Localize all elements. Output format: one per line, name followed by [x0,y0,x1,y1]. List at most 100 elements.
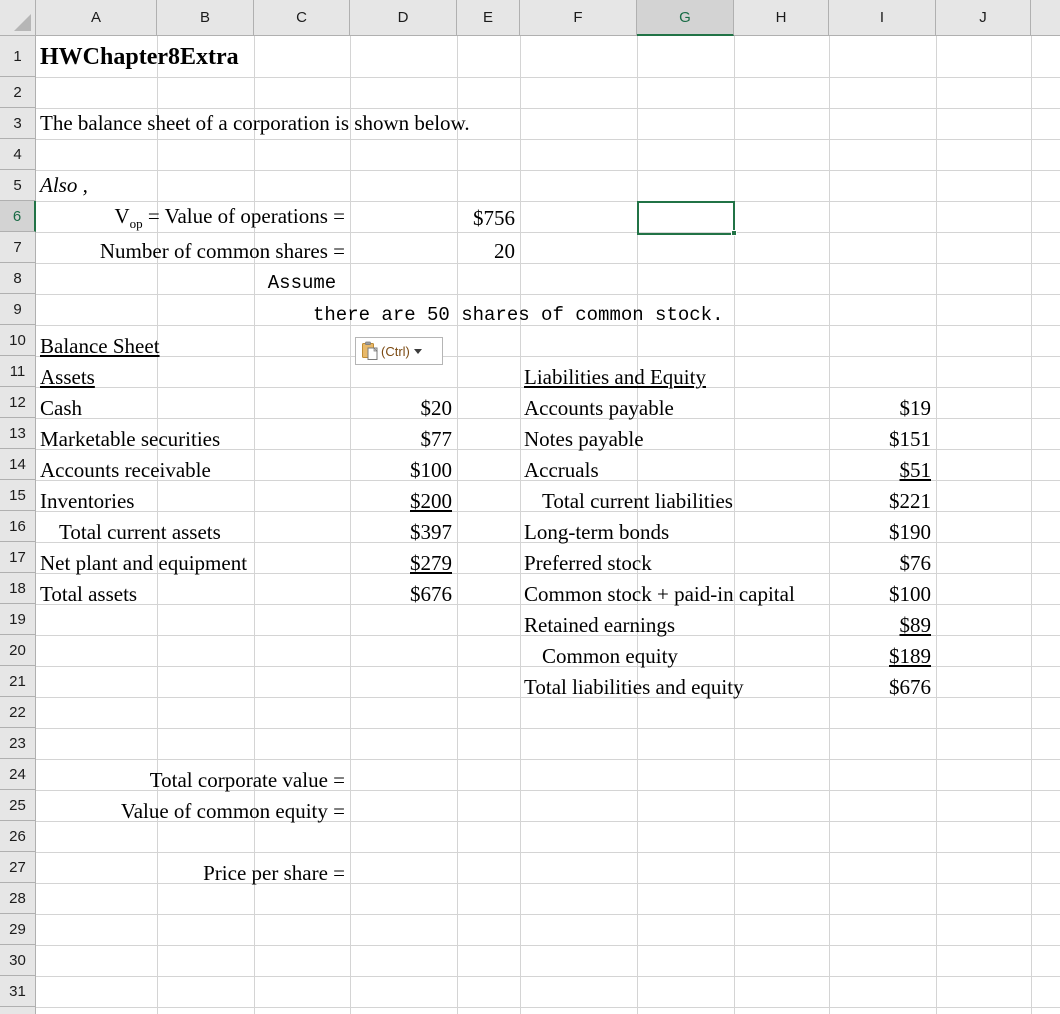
cell-D18-total-assets-value[interactable]: $676 [351,579,456,610]
row-header-5[interactable]: 5 [0,170,35,201]
gridline-horizontal [36,976,1060,977]
fill-handle[interactable] [731,230,737,236]
row-header-29[interactable]: 29 [0,914,35,945]
row-header-18[interactable]: 18 [0,573,35,604]
cell-A15-inventories[interactable]: Inventories [37,486,257,517]
cell-A5-also[interactable]: Also , [37,170,237,201]
row-header-11[interactable]: 11 [0,356,35,387]
cell-F11-liabilities-equity[interactable]: Liabilities and Equity [521,362,781,393]
cell-E6-vop-value[interactable]: $756 [458,203,519,234]
vop-label-rest: = Value of operations = [142,204,345,229]
cell-B6-vop-label[interactable]: Vop = Value of operations = [114,203,349,234]
cell-F18-common-stock-paid-in-capital[interactable]: Common stock + paid-in capital [521,579,831,610]
row-header-27[interactable]: 27 [0,852,35,883]
column-header-a[interactable]: A [36,0,157,35]
column-header-g[interactable]: G [637,0,734,36]
row-header-6[interactable]: 6 [0,201,36,232]
row-header-22[interactable]: 22 [0,697,35,728]
column-header-h[interactable]: H [734,0,829,35]
cell-F19-retained-earnings[interactable]: Retained earnings [521,610,821,641]
cell-I20-common-equity-value[interactable]: $189 [830,641,935,672]
cell-I18-common-stock-value[interactable]: $100 [830,579,935,610]
row-header-31[interactable]: 31 [0,976,35,1007]
column-header-d[interactable]: D [350,0,457,35]
column-header-e[interactable]: E [457,0,520,35]
cell-D15-inventories-value[interactable]: $200 [351,486,456,517]
cell-I17-preferred-stock-value[interactable]: $76 [830,548,935,579]
cell-F13-notes-payable[interactable]: Notes payable [521,424,821,455]
cell-A1-title[interactable]: HWChapter8Extra [37,37,357,77]
row-header-24[interactable]: 24 [0,759,35,790]
cell-F16-longterm-bonds[interactable]: Long-term bonds [521,517,821,548]
cell-F20-common-equity[interactable]: Common equity [521,641,821,672]
column-header-i[interactable]: I [829,0,936,35]
cell-F14-accruals[interactable]: Accruals [521,455,821,486]
cell-F12-accounts-payable[interactable]: Accounts payable [521,393,821,424]
column-header-f[interactable]: F [520,0,637,35]
cell-I16-longterm-bonds-value[interactable]: $190 [830,517,935,548]
row-header-3[interactable]: 3 [0,108,35,139]
cell-I12-accounts-payable-value[interactable]: $19 [830,393,935,424]
cell-E7-shares-value[interactable]: 20 [458,236,519,267]
cell-A18-total-assets[interactable]: Total assets [37,579,277,610]
cell-B7-shares-label[interactable]: Number of common shares = [100,236,349,267]
row-header-13[interactable]: 13 [0,418,35,449]
row-header-12[interactable]: 12 [0,387,35,418]
row-header-10[interactable]: 10 [0,325,35,356]
row-header-28[interactable]: 28 [0,883,35,914]
row-header-26[interactable]: 26 [0,821,35,852]
row-header-20[interactable]: 20 [0,635,35,666]
row-header-17[interactable]: 17 [0,542,35,573]
gridline-vertical [936,36,937,1014]
row-header-2[interactable]: 2 [0,77,35,108]
cell-I14-accruals-value[interactable]: $51 [830,455,935,486]
cell-B25-value-common-equity-label[interactable]: Value of common equity = [121,796,349,827]
cell-I13-notes-payable-value[interactable]: $151 [830,424,935,455]
column-header-b[interactable]: B [157,0,254,35]
cell-D14-receivable-value[interactable]: $100 [351,455,456,486]
cell-A12-cash[interactable]: Cash [37,393,317,424]
row-header-7[interactable]: 7 [0,232,35,263]
cell-I21-total-liabilities-equity-value[interactable]: $676 [830,672,935,703]
row-header-15[interactable]: 15 [0,480,35,511]
select-all-triangle-icon [14,14,31,31]
select-all-corner[interactable] [0,0,36,36]
row-header-23[interactable]: 23 [0,728,35,759]
cell-F15-total-current-liabilities[interactable]: Total current liabilities [521,486,831,517]
cell-A3-intro[interactable]: The balance sheet of a corporation is sh… [37,108,637,139]
cell-D17-net-plant-value[interactable]: $279 [351,548,456,579]
cell-C8-assume[interactable]: Assume [255,267,349,298]
cell-F21-total-liabilities-equity[interactable]: Total liabilities and equity [521,672,841,703]
cell-D13-marketable-value[interactable]: $77 [351,424,456,455]
paste-options-button[interactable]: (Ctrl) [355,337,443,365]
gridline-horizontal [36,139,1060,140]
row-header-21[interactable]: 21 [0,666,35,697]
spreadsheet-canvas[interactable]: ABCDEFGHIJ 1 2 3 4 5 6 7 8 9 10 11 12 13 14 15 16 17 18 19… [0,0,1060,1014]
cell-I15-total-current-liabilities-value[interactable]: $221 [830,486,935,517]
row-header-8[interactable]: 8 [0,263,35,294]
row-header-25[interactable]: 25 [0,790,35,821]
cell-A11-assets[interactable]: Assets [37,362,237,393]
column-header-j[interactable]: J [936,0,1031,35]
cell-F17-preferred-stock[interactable]: Preferred stock [521,548,821,579]
cell-A16-total-current-assets[interactable]: Total current assets [37,517,337,548]
row-header-9[interactable]: 9 [0,294,35,325]
cell-B27-price-per-share-label[interactable]: Price per share = [158,858,349,889]
row-header-30[interactable]: 30 [0,945,35,976]
cell-D16-total-current-assets-value[interactable]: $397 [351,517,456,548]
row-header-1[interactable]: 1 [0,36,35,77]
cell-B24-total-corporate-value-label[interactable]: Total corporate value = [150,765,349,796]
row-header-4[interactable]: 4 [0,139,35,170]
cell-I19-retained-earnings-value[interactable]: $89 [830,610,935,641]
gridline-horizontal [36,759,1060,760]
cell-A17-net-plant-equipment[interactable]: Net plant and equipment [37,548,367,579]
cell-A14-accounts-receivable[interactable]: Accounts receivable [37,455,337,486]
column-header-c[interactable]: C [254,0,350,35]
row-header-16[interactable]: 16 [0,511,35,542]
cell-C9-note[interactable]: there are 50 shares of common stock. [255,299,955,330]
row-header-19[interactable]: 19 [0,604,35,635]
row-header-14[interactable]: 14 [0,449,35,480]
cell-A13-marketable-securities[interactable]: Marketable securities [37,424,337,455]
cell-A10-balance-sheet[interactable]: Balance Sheet [37,331,257,362]
cell-D12-cash-value[interactable]: $20 [351,393,456,424]
